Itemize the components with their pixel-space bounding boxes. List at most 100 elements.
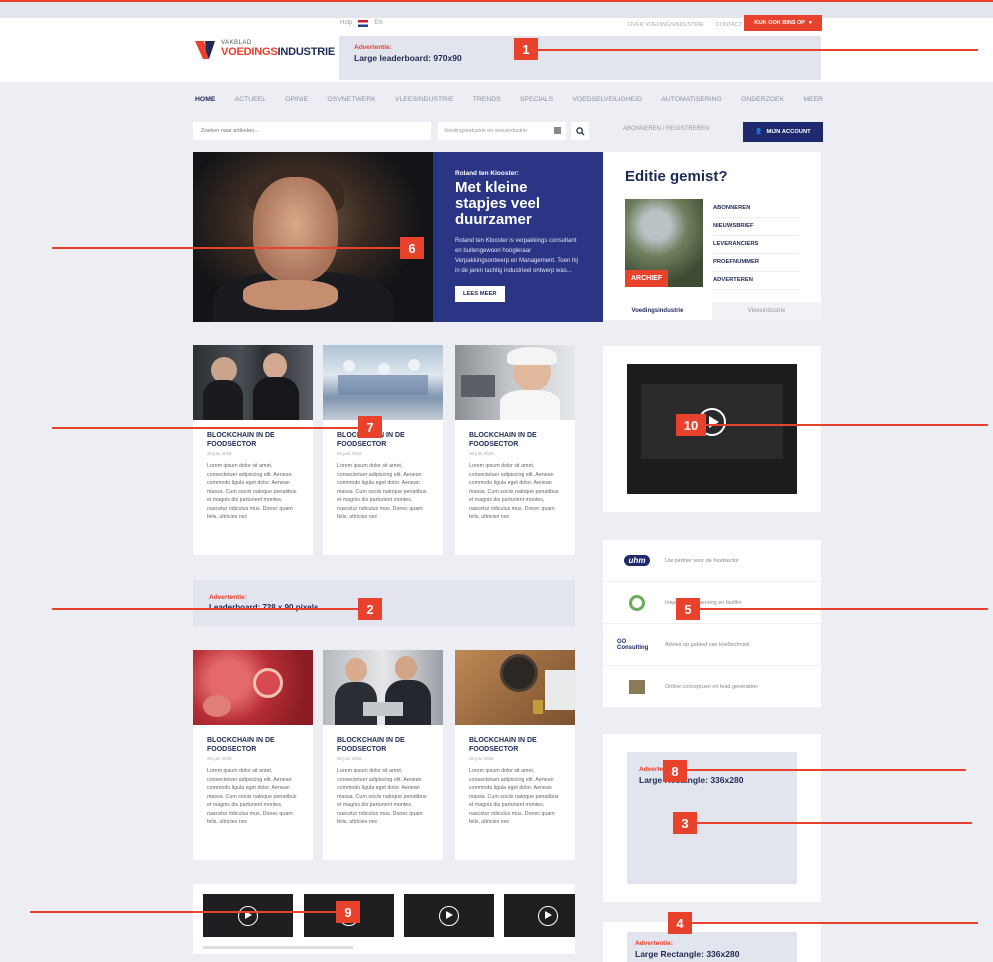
- rectangle-ad-slot[interactable]: Advertentie: Large Rectangle: 336x280: [627, 752, 797, 884]
- callout-line: [538, 49, 978, 51]
- search-button[interactable]: [571, 122, 589, 140]
- article-excerpt: Lorem ipsum dolor sit amet, consectetuer…: [337, 463, 427, 520]
- play-icon[interactable]: [538, 905, 558, 926]
- edition-link-leveranciers[interactable]: LEVERANCIERS: [713, 236, 799, 254]
- article-card[interactable]: BLOCKCHAIN IN DE FOODSECTOR 20 juni 2018…: [323, 650, 443, 860]
- article-card[interactable]: BLOCKCHAIN IN DE FOODSECTOR 20 juni 2018…: [193, 650, 313, 860]
- rectangle-ad-slot[interactable]: Advertentie: Large Rectangle: 336x280: [627, 932, 797, 962]
- article-excerpt: Lorem ipsum dolor sit amet, consectetuer…: [337, 768, 427, 825]
- hero-title[interactable]: Met kleine stapjes veel duurzamer: [455, 180, 581, 228]
- tab-vleesindustrie[interactable]: Vleesindustrie: [712, 302, 821, 320]
- nav-item-specials[interactable]: SPECIALS: [520, 96, 553, 103]
- sister-site-button[interactable]: KIJK OOK BINS OP ▾: [744, 15, 822, 31]
- article-title[interactable]: BLOCKCHAIN IN DE FOODSECTOR: [207, 736, 301, 754]
- nav-item-voedselveiligheid[interactable]: VOEDSELVEILIGHEID: [572, 96, 642, 103]
- nav-item-onderzoek[interactable]: ONDERZOEK: [741, 96, 784, 103]
- callout-line: [30, 911, 350, 913]
- utility-links: OVER VOEDINGSINDUSTRIE CONTACT: [628, 22, 742, 28]
- about-link[interactable]: OVER VOEDINGSINDUSTRIE: [628, 22, 704, 28]
- ad-size: Large leaderboard: 970x90: [354, 53, 462, 63]
- edition-cover[interactable]: ARCHIEF: [625, 199, 703, 287]
- hero-image-face: [253, 177, 338, 282]
- edition-links: ABONNEREN NIEUWSBRIEF LEVERANCIERS PROEF…: [713, 200, 799, 290]
- carousel-scrollbar[interactable]: [203, 946, 353, 949]
- partner-list: uhm Uw partner voor de foodsector Inspec…: [603, 540, 821, 708]
- article-image[interactable]: [455, 650, 575, 725]
- article-image[interactable]: [323, 345, 443, 420]
- hero-panel: Roland ten Klooster: Met kleine stapjes …: [433, 152, 603, 322]
- nav-item-home[interactable]: HOME: [195, 96, 215, 103]
- edition-link-proefnummer[interactable]: PROEFNUMMER: [713, 254, 799, 272]
- lang-en[interactable]: EN: [374, 20, 382, 27]
- video-thumb[interactable]: [404, 894, 494, 937]
- my-account-button[interactable]: 👤 MIJN ACCOUNT: [743, 122, 823, 142]
- article-card[interactable]: BLOCKCHAIN IN DE FOODSECTOR 20 juni 2018…: [455, 345, 575, 555]
- sister-site-label: KIJK OOK BINS OP: [754, 20, 805, 26]
- nav-item-meer[interactable]: MEER: [803, 96, 823, 103]
- rectangle-ad: Advertentie: Large Rectangle: 336x280: [603, 734, 821, 902]
- callout-line: [52, 247, 412, 249]
- partner-logo-go-consulting: GO Consulting: [617, 638, 649, 651]
- edition-tabs: Voedingsindustrie Vleesindustrie: [603, 302, 821, 320]
- leaderboard-ad[interactable]: Advertentie: Large leaderboard: 970x90: [339, 36, 821, 80]
- callout-line: [52, 427, 362, 429]
- logo-wordmark: VOEDINGSINDUSTRIE: [221, 46, 335, 58]
- read-more-button[interactable]: LEES MEER: [455, 286, 505, 302]
- tab-voedingsindustrie[interactable]: Voedingsindustrie: [603, 302, 712, 320]
- video-thumb[interactable]: [203, 894, 293, 937]
- nav-item-opinie[interactable]: OPINIE: [285, 96, 308, 103]
- callout-line: [682, 922, 978, 924]
- archive-label[interactable]: ARCHIEF: [625, 270, 669, 287]
- search-icon: [575, 126, 585, 136]
- article-excerpt: Lorem ipsum dolor sit amet, consectetuer…: [469, 768, 559, 825]
- edition-link-adverteren[interactable]: ADVERTEREN: [713, 272, 799, 290]
- article-excerpt: Lorem ipsum dolor sit amet, consectetuer…: [207, 463, 297, 520]
- callout-line: [682, 608, 988, 610]
- video-player[interactable]: [627, 364, 797, 494]
- search-scope-select[interactable]: Voedingsindustrie en vleesindustrie: [438, 122, 566, 140]
- article-card[interactable]: BLOCKCHAIN IN DE FOODSECTOR 20 juni 2018…: [323, 345, 443, 555]
- nav-item-trends[interactable]: TRENDS: [473, 96, 501, 103]
- article-date: 20 juni 2018: [207, 451, 232, 456]
- edition-title: Editie gemist?: [625, 168, 728, 185]
- article-image[interactable]: [323, 650, 443, 725]
- nav-item-osvnetwerk[interactable]: OSVnetwerk: [327, 96, 375, 103]
- article-title[interactable]: BLOCKCHAIN IN DE FOODSECTOR: [337, 736, 431, 754]
- edition-link-nieuwsbrief[interactable]: NIEUWSBRIEF: [713, 218, 799, 236]
- nav-item-vleesindustrie[interactable]: VLEESINDUSTRIE: [395, 96, 454, 103]
- article-card[interactable]: BLOCKCHAIN IN DE FOODSECTOR 20 juni 2018…: [193, 345, 313, 555]
- site-logo[interactable]: VAKBLAD VOEDINGSINDUSTRIE: [193, 34, 335, 64]
- leaderboard-ad-mid[interactable]: Advertentie: Leaderboard: 728 x 90 pixel…: [193, 580, 575, 626]
- play-icon[interactable]: [439, 905, 459, 926]
- lang-nl[interactable]: Hulp: [340, 20, 352, 27]
- partner-item[interactable]: Online conceptuen en lead generation: [603, 666, 821, 708]
- edition-link-abonneren[interactable]: ABONNEREN: [713, 200, 799, 218]
- contact-link[interactable]: CONTACT: [716, 22, 742, 28]
- callout-badge: 10: [676, 414, 706, 436]
- article-card[interactable]: BLOCKCHAIN IN DE FOODSECTOR 20 juni 2018…: [455, 650, 575, 860]
- partner-item[interactable]: uhm Uw partner voor de foodsector: [603, 540, 821, 582]
- article-image[interactable]: [455, 345, 575, 420]
- language-switcher[interactable]: Hulp EN: [340, 20, 383, 27]
- subscribe-link[interactable]: ABONNEREN / REGISTREREN: [623, 126, 709, 132]
- user-icon: 👤: [755, 129, 763, 135]
- article-image[interactable]: [193, 345, 313, 420]
- hero-image[interactable]: [193, 152, 433, 322]
- my-account-label: MIJN ACCOUNT: [766, 129, 811, 135]
- search-input[interactable]: [193, 122, 431, 140]
- video-thumb[interactable]: [504, 894, 575, 937]
- partner-item[interactable]: Inspectie, verwerving en bioﬁlm: [603, 582, 821, 624]
- article-image[interactable]: [193, 650, 313, 725]
- article-title[interactable]: BLOCKCHAIN IN DE FOODSECTOR: [337, 431, 431, 449]
- nav-item-actueel[interactable]: ACTUEEL: [235, 96, 266, 103]
- hero-kicker: Roland ten Klooster:: [455, 170, 519, 177]
- play-icon[interactable]: [238, 905, 258, 926]
- partner-item[interactable]: GO Consulting Advies op gebied van koelt…: [603, 624, 821, 666]
- nav-item-automatisering[interactable]: AUTOMATISERING: [661, 96, 722, 103]
- callout-badge: 3: [673, 812, 697, 834]
- article-title[interactable]: BLOCKCHAIN IN DE FOODSECTOR: [469, 431, 563, 449]
- article-title[interactable]: BLOCKCHAIN IN DE FOODSECTOR: [207, 431, 301, 449]
- flag-icon[interactable]: [358, 20, 369, 27]
- partner-text: Online conceptuen en lead generation: [665, 683, 758, 690]
- article-title[interactable]: BLOCKCHAIN IN DE FOODSECTOR: [469, 736, 563, 754]
